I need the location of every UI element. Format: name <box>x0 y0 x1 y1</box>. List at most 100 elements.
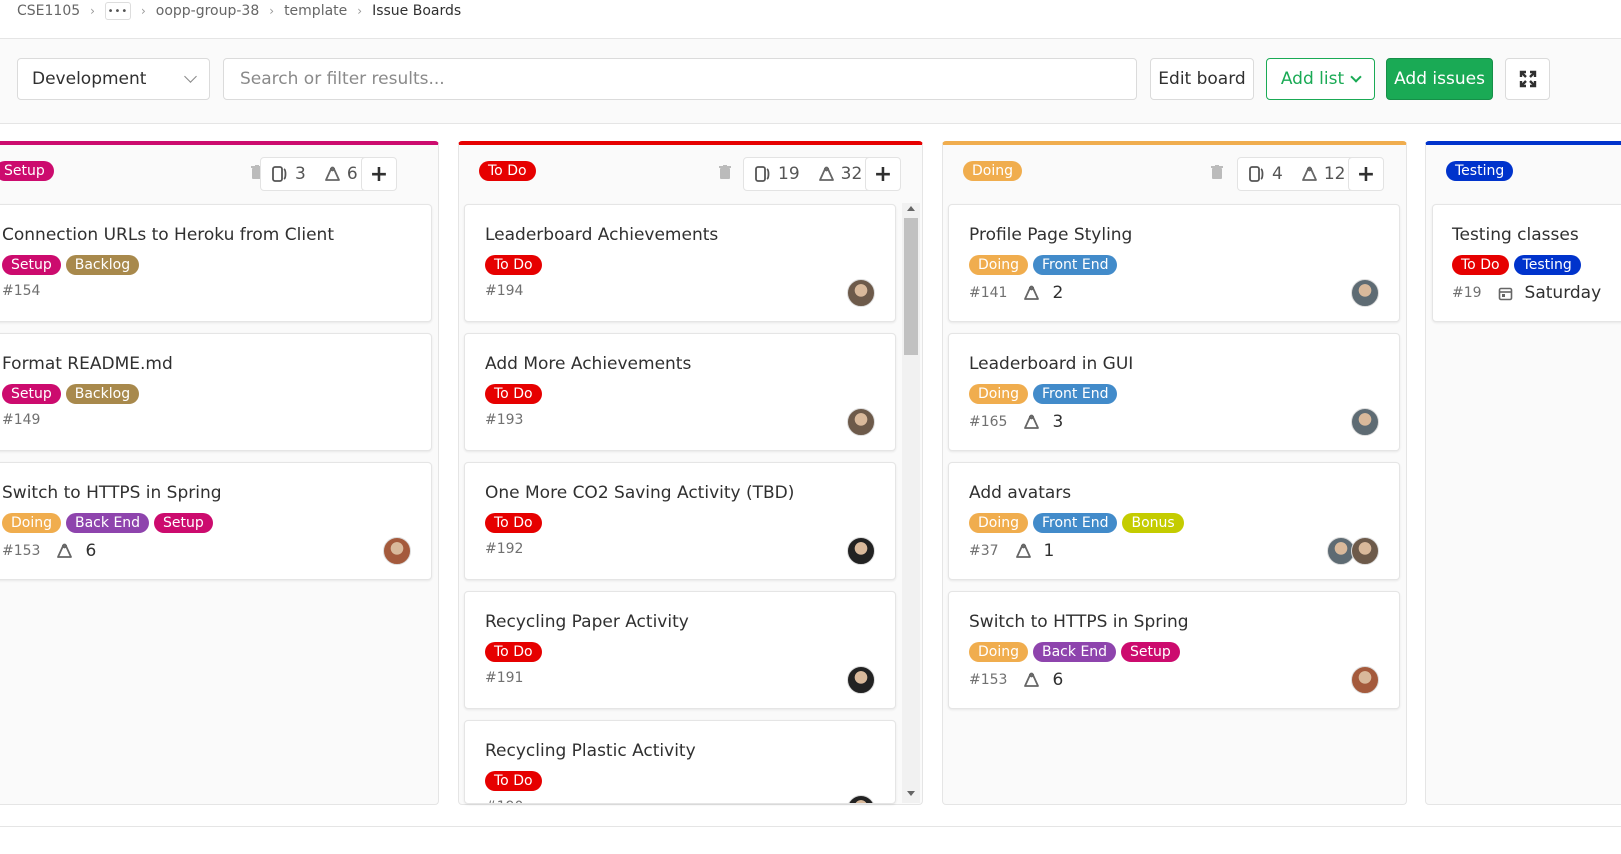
issue-label[interactable]: Doing <box>969 642 1028 662</box>
breadcrumb-item-course[interactable]: CSE1105 <box>17 3 80 19</box>
issue-title[interactable]: Recycling Paper Activity <box>485 612 689 632</box>
add-issue-button[interactable]: + <box>361 157 397 191</box>
chevron-right-icon: › <box>140 4 146 18</box>
search-input[interactable] <box>223 58 1137 100</box>
list-label-badge[interactable]: Doing <box>963 161 1022 181</box>
issue-label[interactable]: Backlog <box>65 255 140 275</box>
issue-title[interactable]: Leaderboard Achievements <box>485 225 718 245</box>
issue-labels: Setup Backlog <box>2 255 140 275</box>
issue-labels: To Do <box>485 642 542 662</box>
issue-label[interactable]: To Do <box>485 384 542 404</box>
issue-weight-value: 1 <box>1043 541 1055 561</box>
issue-labels: To Do <box>485 384 542 404</box>
issue-label[interactable]: Doing <box>969 255 1028 275</box>
scrollbar-thumb[interactable] <box>904 218 918 355</box>
issue-labels: Setup Backlog <box>2 384 140 404</box>
issue-title[interactable]: Recycling Plastic Activity <box>485 741 696 761</box>
add-issue-button[interactable]: + <box>1348 157 1384 191</box>
scroll-down-arrow-icon[interactable] <box>907 791 915 796</box>
issue-card[interactable]: Format README.md Setup Backlog #149 <box>0 333 432 451</box>
issue-card[interactable]: Switch to HTTPS in Spring Doing Back End Se… <box>0 462 432 580</box>
issue-label[interactable]: Setup <box>2 384 61 404</box>
breadcrumb-more-button[interactable]: ••• <box>104 2 131 20</box>
trash-icon[interactable] <box>719 164 731 179</box>
issue-card[interactable]: Recycling Plastic Activity To Do #190 <box>464 720 896 804</box>
issue-card[interactable]: Testing classes To Do Testing #19 Saturday <box>1432 204 1621 322</box>
issue-label[interactable]: Doing <box>969 384 1028 404</box>
assignee-avatar[interactable] <box>847 408 875 436</box>
issue-label[interactable]: Setup <box>154 513 213 533</box>
issue-label[interactable]: To Do <box>485 771 542 791</box>
issue-label[interactable]: Backlog <box>65 384 140 404</box>
add-list-button[interactable]: Add list <box>1266 58 1375 100</box>
assignee-avatar[interactable] <box>383 537 411 565</box>
issue-label[interactable]: Front End <box>1033 513 1118 533</box>
issue-label[interactable]: Front End <box>1033 255 1118 275</box>
issue-card[interactable]: One More CO2 Saving Activity (TBD) To Do #… <box>464 462 896 580</box>
weight-count: 12 <box>1323 164 1346 184</box>
breadcrumb-current[interactable]: Issue Boards <box>372 3 461 19</box>
assignee-avatar[interactable] <box>1351 537 1379 565</box>
edit-board-button[interactable]: Edit board <box>1150 58 1254 100</box>
issue-label[interactable]: Back End <box>66 513 150 533</box>
issue-label[interactable]: To Do <box>1452 255 1509 275</box>
issue-label[interactable]: To Do <box>485 255 542 275</box>
assignee-avatar[interactable] <box>1351 408 1379 436</box>
issue-card[interactable]: Switch to HTTPS in Spring Doing Back End Se… <box>948 591 1400 709</box>
issue-title[interactable]: Add More Achievements <box>485 354 691 374</box>
chevron-right-icon: › <box>269 4 275 18</box>
breadcrumb-item-project[interactable]: template <box>284 3 347 19</box>
issue-label[interactable]: Bonus <box>1122 513 1184 533</box>
scroll-up-arrow-icon[interactable] <box>907 206 915 211</box>
issue-label[interactable]: Setup <box>2 255 61 275</box>
issue-title[interactable]: Profile Page Styling <box>969 225 1132 245</box>
issue-card[interactable]: Profile Page Styling Doing Front End #141 2 <box>948 204 1400 322</box>
issue-card[interactable]: Add avatars Doing Front End Bonus #37 1 <box>948 462 1400 580</box>
issue-number: #191 <box>485 670 524 686</box>
chevron-right-icon: › <box>90 4 95 18</box>
assignee-avatar[interactable] <box>847 279 875 307</box>
issue-label[interactable]: Front End <box>1033 384 1118 404</box>
list-header: Setup 3 6 + <box>0 145 438 197</box>
assignee-avatar[interactable] <box>847 537 875 565</box>
issue-label[interactable]: Back End <box>1033 642 1117 662</box>
trash-icon[interactable] <box>1211 164 1223 179</box>
weight-count: 32 <box>840 164 863 184</box>
issue-meta: #192 <box>485 541 523 557</box>
assignee-avatar[interactable] <box>1351 666 1379 694</box>
issue-label[interactable]: Doing <box>969 513 1028 533</box>
issue-label[interactable]: To Do <box>485 513 542 533</box>
list-label-badge[interactable]: Testing <box>1446 161 1514 181</box>
fullscreen-button[interactable] <box>1505 58 1550 100</box>
issue-title[interactable]: Format README.md <box>2 354 173 374</box>
issue-label[interactable]: Doing <box>2 513 61 533</box>
issue-title[interactable]: Add avatars <box>969 483 1071 503</box>
issue-label[interactable]: Setup <box>1121 642 1180 662</box>
issue-weight-value: 6 <box>85 541 97 561</box>
add-issue-button[interactable]: + <box>865 157 901 191</box>
issue-title[interactable]: Leaderboard in GUI <box>969 354 1133 374</box>
list-label-badge[interactable]: To Do <box>479 161 536 181</box>
issue-title[interactable]: One More CO2 Saving Activity (TBD) <box>485 483 794 503</box>
board-selector[interactable]: Development <box>17 58 210 100</box>
issue-card[interactable]: Recycling Paper Activity To Do #191 <box>464 591 896 709</box>
issue-label[interactable]: Testing <box>1513 255 1581 275</box>
issue-title[interactable]: Switch to HTTPS in Spring <box>2 483 222 503</box>
weight-icon <box>57 543 73 558</box>
list-label-badge[interactable]: Setup <box>0 161 54 181</box>
issue-title[interactable]: Switch to HTTPS in Spring <box>969 612 1189 632</box>
breadcrumb-item-group[interactable]: oopp-group-38 <box>156 3 259 19</box>
issue-title[interactable]: Connection URLs to Heroku from Client <box>2 225 334 245</box>
issue-title[interactable]: Testing classes <box>1452 225 1579 245</box>
issue-card[interactable]: Connection URLs to Heroku from Client Set… <box>0 204 432 322</box>
assignee-avatar[interactable] <box>847 795 875 803</box>
issue-card[interactable]: Leaderboard Achievements To Do #194 <box>464 204 896 322</box>
issue-label[interactable]: To Do <box>485 642 542 662</box>
weight-icon <box>1024 414 1040 429</box>
assignee-avatar[interactable] <box>1351 279 1379 307</box>
issue-card[interactable]: Add More Achievements To Do #193 <box>464 333 896 451</box>
issue-card[interactable]: Leaderboard in GUI Doing Front End #165 3 <box>948 333 1400 451</box>
add-issues-button[interactable]: Add issues <box>1386 58 1493 100</box>
chevron-down-icon <box>1350 71 1362 83</box>
assignee-avatar[interactable] <box>847 666 875 694</box>
